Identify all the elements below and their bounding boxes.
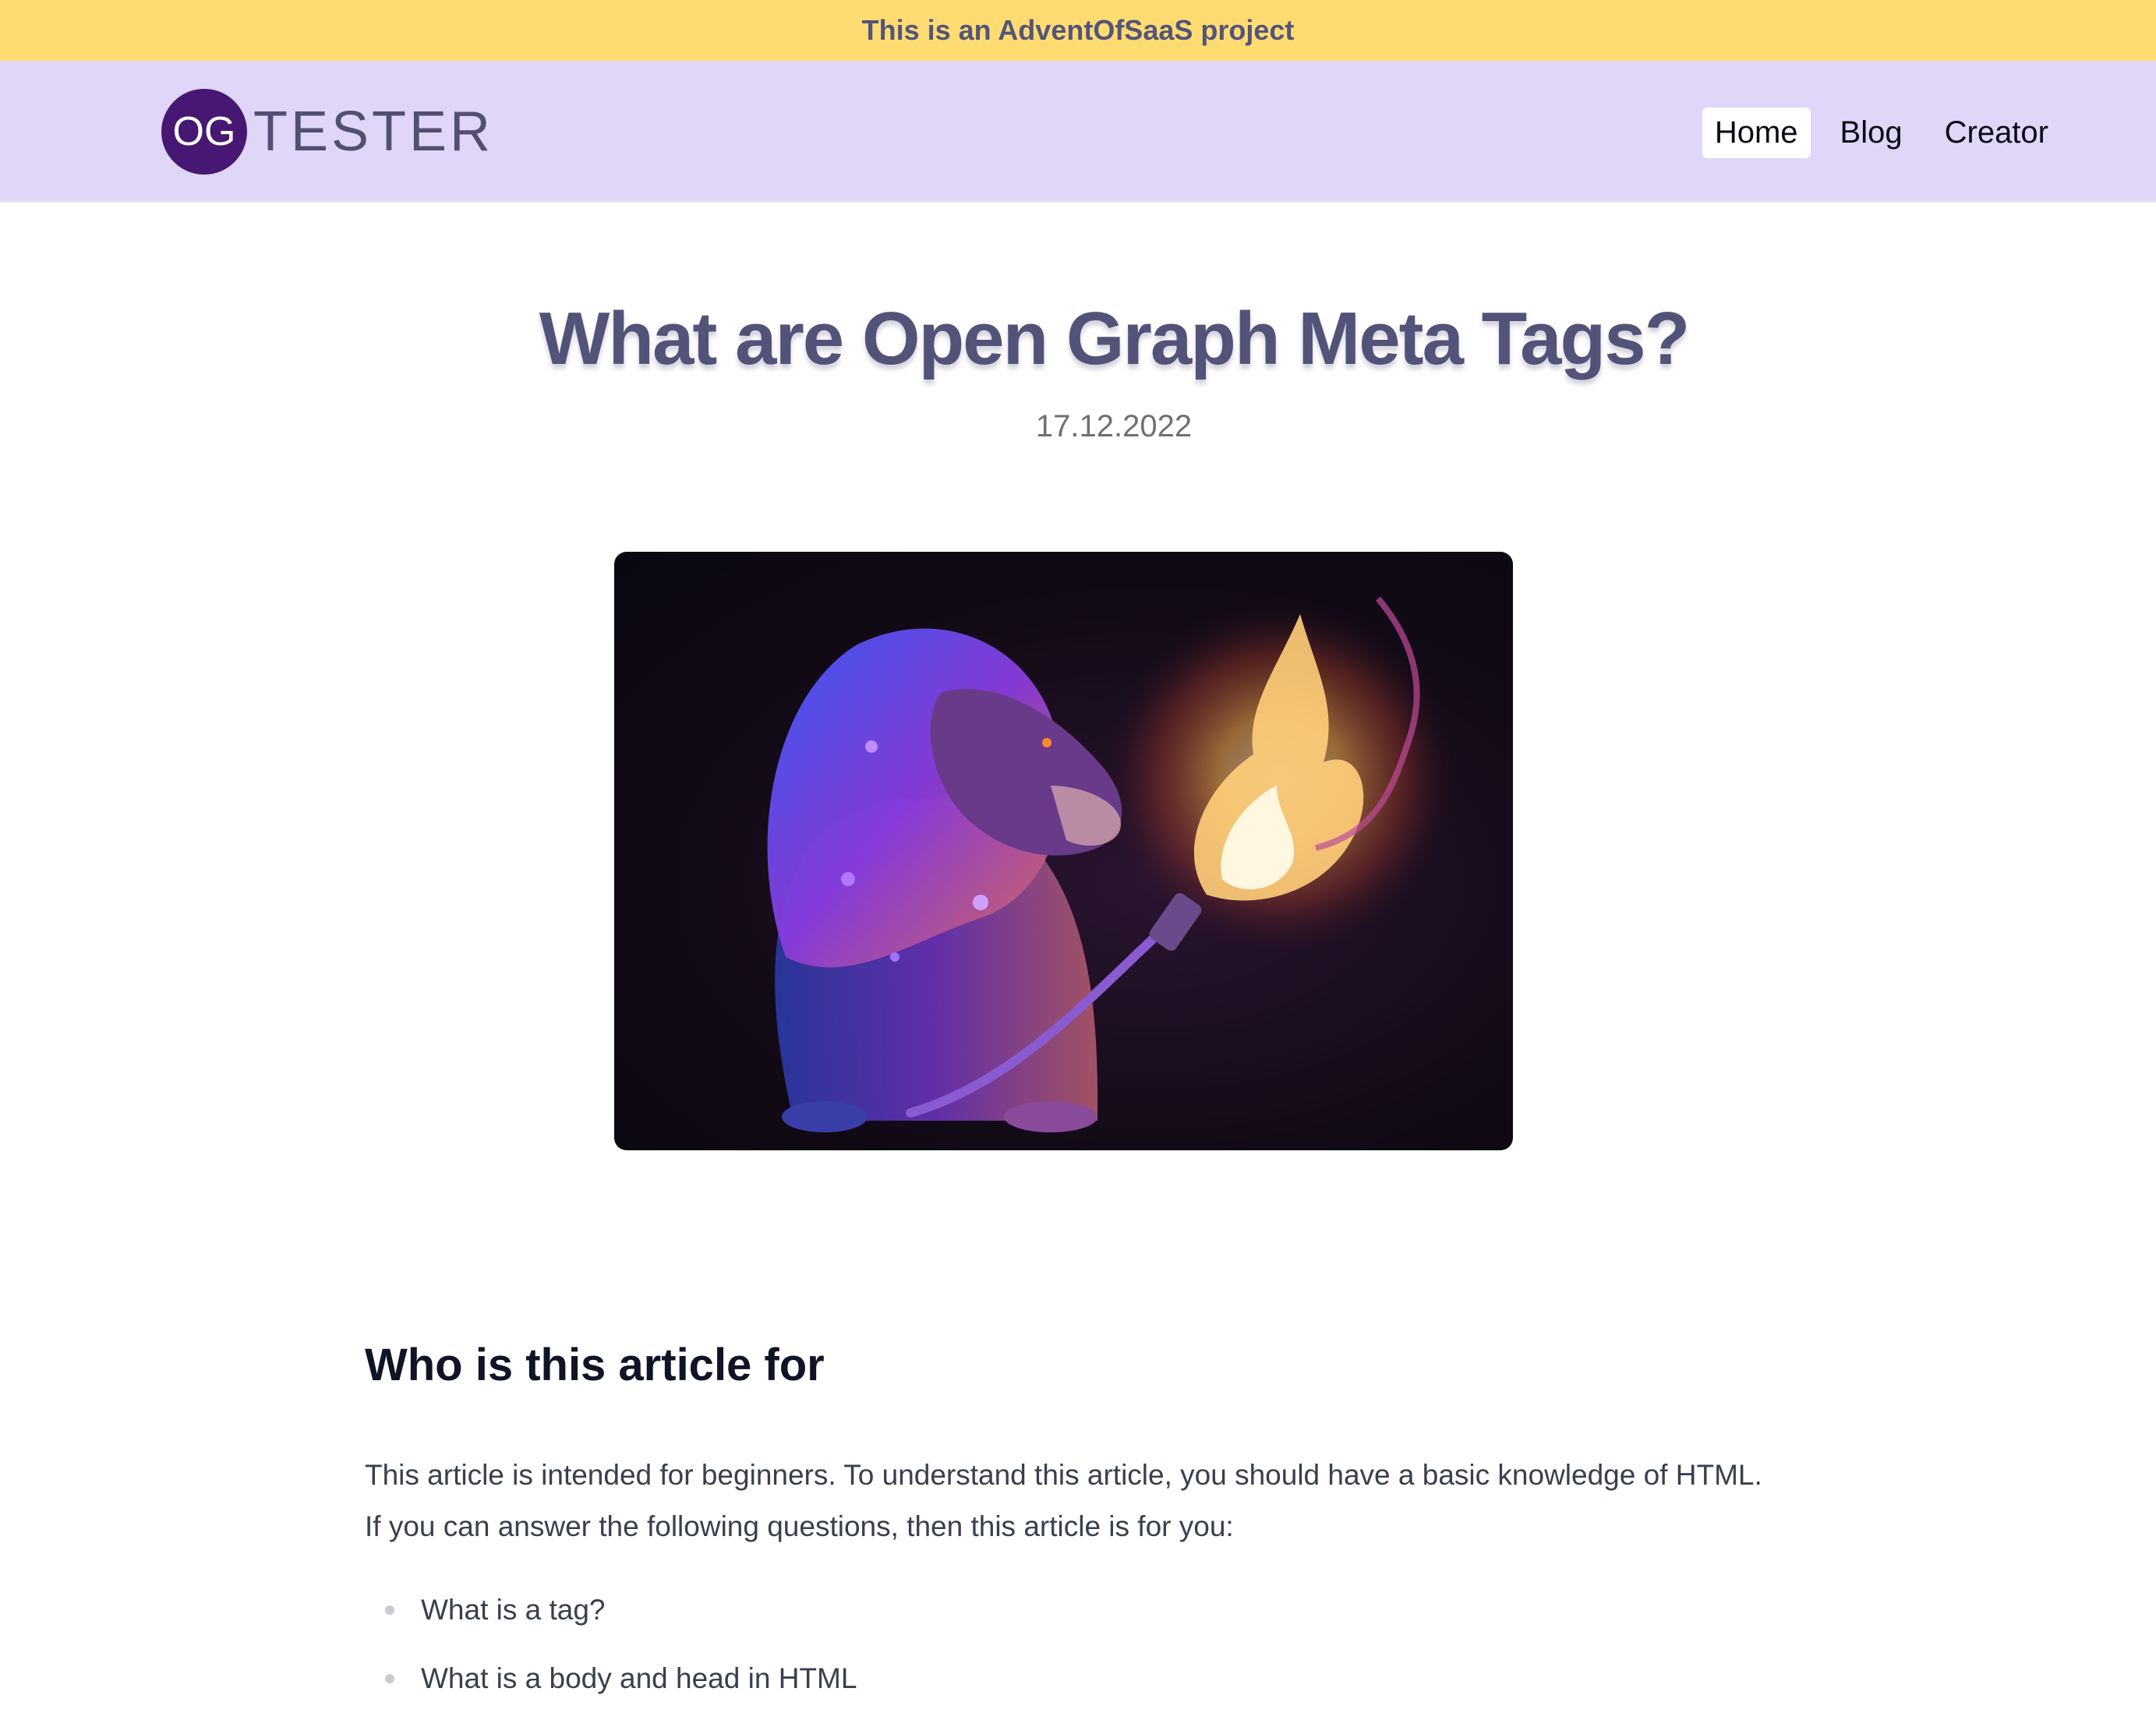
main-nav: Home Blog Creator xyxy=(1702,108,2061,158)
article-date: 17.12.2022 xyxy=(1035,409,1193,443)
site-header: OG TESTER Home Blog Creator xyxy=(0,61,2156,203)
bullet-icon xyxy=(385,1674,394,1683)
list-item-text: What is a tag? xyxy=(421,1594,606,1626)
banner-text: This is an AdventOfSaaS project xyxy=(861,14,1295,46)
site-logo[interactable]: OG TESTER xyxy=(161,89,493,175)
logo-badge: OG xyxy=(161,89,247,175)
nav-creator-link[interactable]: Creator xyxy=(1932,108,2061,158)
section-heading: Who is this article for xyxy=(365,1340,825,1390)
logo-wordmark: TESTER xyxy=(253,101,494,163)
list-item: What is a tag? xyxy=(365,1590,857,1658)
list-item: What is a body and head in HTML xyxy=(365,1658,857,1727)
intro-paragraph: This article is intended for beginners. … xyxy=(365,1459,1762,1542)
prerequisites-list: What is a tag? What is a body and head i… xyxy=(365,1590,857,1727)
article-title: What are Open Graph Meta Tags? xyxy=(539,297,1690,380)
article-hero-image xyxy=(614,552,1513,1150)
nav-blog-link[interactable]: Blog xyxy=(1828,108,1915,158)
bullet-icon xyxy=(385,1605,394,1615)
list-item-text: What is a body and head in HTML xyxy=(421,1662,857,1694)
announcement-banner: This is an AdventOfSaaS project xyxy=(0,0,2156,61)
lion-torch-illustration xyxy=(767,596,1460,1132)
nav-home-link[interactable]: Home xyxy=(1702,108,1811,158)
